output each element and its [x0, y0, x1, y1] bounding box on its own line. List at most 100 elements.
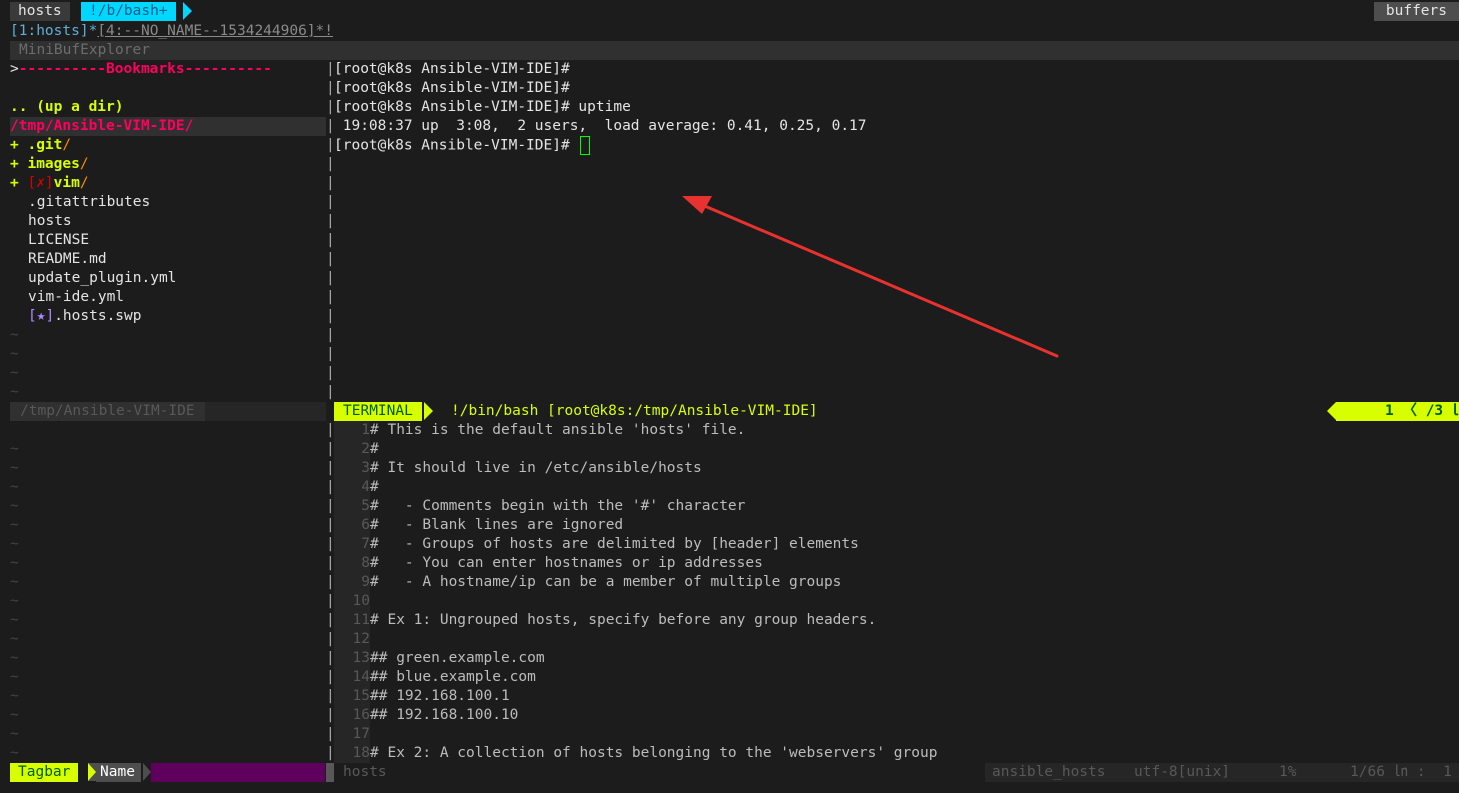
empty-line-marker: ~: [10, 441, 19, 457]
bottom-statusline: Tagbar Name hosts ansible_hosts utf-8[un…: [0, 763, 1459, 782]
tab-bash[interactable]: !/b/bash+: [81, 2, 176, 21]
tree-file[interactable]: LICENSE: [28, 231, 89, 250]
tagbar-sort-name[interactable]: Name: [96, 763, 141, 782]
status-position: 1/66 ㏑ : 1: [1350, 764, 1452, 780]
editor-line[interactable]: 11# Ex 1: Ungrouped hosts, specify befor…: [334, 611, 1459, 630]
editor-line[interactable]: 8# - You can enter hostnames or ip addre…: [334, 554, 1459, 573]
split-bar: |: [326, 745, 335, 761]
editor-line[interactable]: 5# - Comments begin with the '#' charact…: [334, 497, 1459, 516]
editor-line[interactable]: 7# - Groups of hosts are delimited by [h…: [334, 535, 1459, 554]
tree-file-swp[interactable]: [★].hosts.swp: [28, 307, 142, 326]
editor-line[interactable]: 6# - Blank lines are ignored: [334, 516, 1459, 535]
editor-line[interactable]: 17: [334, 725, 1459, 744]
terminal-prompt[interactable]: [root@k8s Ansible-VIM-IDE]#: [334, 136, 591, 155]
split-bar: |: [326, 536, 335, 552]
bookmarks-header: >----------Bookmarks----------: [10, 61, 272, 77]
split-bar: |: [326, 308, 335, 324]
split-bar: |: [326, 365, 335, 381]
editor-line[interactable]: 4#: [334, 478, 1459, 497]
editor-line[interactable]: 9# - A hostname/ip can be a member of mu…: [334, 573, 1459, 592]
current-directory[interactable]: /tmp/Ansible-VIM-IDE/: [10, 117, 326, 136]
tree-item-vim[interactable]: + [✗]vim/: [10, 174, 89, 193]
tab-hosts[interactable]: hosts: [10, 2, 70, 21]
editor-line[interactable]: 15## 192.168.100.1: [334, 687, 1459, 706]
terminal-line: [root@k8s Ansible-VIM-IDE]# uptime: [334, 99, 631, 115]
split-bar: |: [326, 593, 335, 609]
split-bar: |: [326, 726, 335, 742]
line-text: # Ex 2: A collection of hosts belonging …: [370, 745, 938, 761]
line-text: # - Comments begin with the '#' characte…: [370, 498, 746, 514]
status-split-separator: [326, 763, 334, 782]
split-bar: |: [326, 460, 335, 476]
editor-line[interactable]: 1# This is the default ansible 'hosts' f…: [334, 421, 1459, 440]
status-percent: 1%: [1279, 764, 1306, 780]
tagbar-status-fill: [151, 763, 325, 782]
split-bar: |: [326, 175, 335, 191]
line-text: # Ex 1: Ungrouped hosts, specify before …: [370, 612, 877, 628]
editor-line[interactable]: 13## green.example.com: [334, 649, 1459, 668]
git-modified-icon: [✗]: [27, 175, 54, 191]
editor-line[interactable]: 18# Ex 2: A collection of hosts belongin…: [334, 744, 1459, 763]
empty-line-marker: ~: [10, 460, 19, 476]
line-text: #: [370, 479, 379, 495]
tree-file[interactable]: .gitattributes: [28, 193, 150, 212]
split-bar: |: [326, 156, 335, 172]
vertical-split-separator[interactable]: | | | | | | | | | | | | | | | | | | | | | | | | | | | | | | | | | | | |: [326, 60, 335, 763]
line-text: # This is the default ansible 'hosts' fi…: [370, 422, 746, 438]
mode-separator-arrow: [424, 402, 433, 420]
line-number: 10: [334, 592, 370, 611]
line-text: ## blue.example.com: [370, 669, 536, 685]
line-number: 11: [334, 611, 370, 630]
line-number: 14: [334, 668, 370, 687]
empty-line-marker: ~: [10, 574, 19, 590]
line-number: 6: [334, 516, 370, 535]
terminal-line: [root@k8s Ansible-VIM-IDE]#: [334, 61, 570, 77]
line-number: 16: [334, 706, 370, 725]
line-text: ## 192.168.100.1: [370, 688, 510, 704]
empty-line-marker: ~: [10, 479, 19, 495]
empty-line-marker: ~: [10, 384, 19, 400]
line-number: 9: [334, 573, 370, 592]
split-bar: |: [326, 517, 335, 533]
line-text: ## 192.168.100.10: [370, 707, 519, 723]
minibuf-buffer-list: [1:hosts]*[4:--NO_NAME--1534244906]*!: [10, 22, 333, 41]
split-bar: |: [326, 270, 335, 286]
split-bar: |: [326, 118, 335, 134]
empty-line-marker: ~: [10, 365, 19, 381]
split-bar: |: [326, 612, 335, 628]
editor-line[interactable]: 10: [334, 592, 1459, 611]
split-bar: |: [326, 80, 335, 96]
line-number: 13: [334, 649, 370, 668]
minibuf-buffer-hosts[interactable]: [1:hosts]*: [10, 23, 97, 39]
empty-line-marker: ~: [10, 631, 19, 647]
empty-line-marker: ~: [10, 726, 19, 742]
split-bar: |: [326, 441, 335, 457]
tree-item-git[interactable]: + .git/: [10, 136, 71, 155]
tree-item-images[interactable]: + images/: [10, 155, 89, 174]
terminal-pane[interactable]: [root@k8s Ansible-VIM-IDE]# [root@k8s An…: [334, 60, 1459, 402]
split-bar: |: [326, 289, 335, 305]
mode-indicator: TERMINAL: [334, 402, 422, 421]
split-bar: |: [326, 479, 335, 495]
up-dir-link[interactable]: .. (up a dir): [10, 98, 124, 117]
line-text: ## green.example.com: [370, 650, 545, 666]
terminal-line: 19:08:37 up 3:08, 2 users, load average:…: [334, 118, 867, 134]
editor-line[interactable]: 2#: [334, 440, 1459, 459]
editor-line[interactable]: 12: [334, 630, 1459, 649]
empty-line-marker: ~: [10, 745, 19, 761]
split-bar: |: [326, 213, 335, 229]
editor-line[interactable]: 16## 192.168.100.10: [334, 706, 1459, 725]
editor-pane[interactable]: 1# This is the default ansible 'hosts' f…: [334, 421, 1459, 763]
tree-file[interactable]: update_plugin.yml: [28, 269, 176, 288]
tree-file[interactable]: README.md: [28, 250, 107, 269]
minibuf-buffer-noname[interactable]: [4:--NO_NAME--1534244906]*!: [97, 23, 333, 39]
split-bar: |: [326, 422, 335, 438]
editor-line[interactable]: 3# It should live in /etc/ansible/hosts: [334, 459, 1459, 478]
split-bar: |: [326, 194, 335, 210]
line-text: # - A hostname/ip can be a member of mul…: [370, 574, 842, 590]
line-text: #: [370, 441, 379, 457]
tree-file[interactable]: hosts: [28, 212, 72, 231]
tree-file[interactable]: vim-ide.yml: [28, 288, 124, 307]
empty-line-marker: ~: [10, 688, 19, 704]
editor-line[interactable]: 14## blue.example.com: [334, 668, 1459, 687]
